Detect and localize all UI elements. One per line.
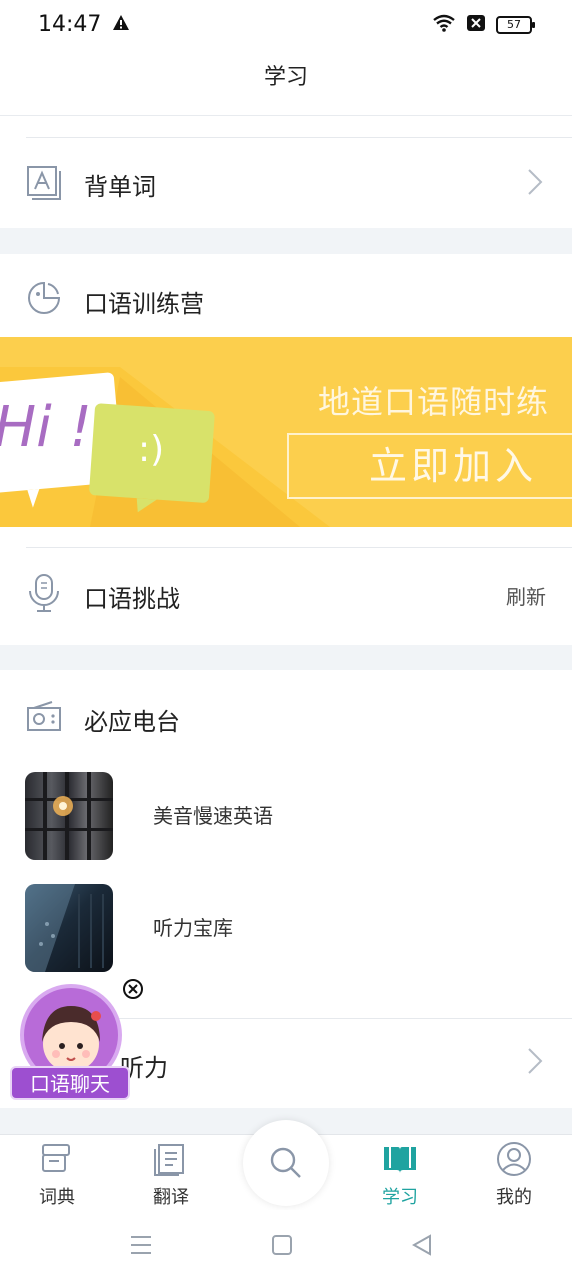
back-icon[interactable] bbox=[411, 1234, 432, 1260]
tab-translate[interactable]: 翻译 bbox=[126, 1135, 216, 1211]
tab-label: 词典 bbox=[39, 1187, 75, 1208]
search-button[interactable] bbox=[243, 1120, 329, 1206]
tab-label: 学习 bbox=[382, 1187, 418, 1208]
list-item[interactable]: 听力宝库 bbox=[0, 872, 572, 982]
tab-label: 我的 bbox=[496, 1187, 532, 1208]
tab-study[interactable]: 学习 bbox=[355, 1135, 445, 1211]
wifi-icon bbox=[432, 14, 456, 36]
list-item[interactable]: 美音慢速英语 bbox=[0, 760, 572, 870]
join-now-button[interactable]: 立即加入 bbox=[287, 433, 572, 499]
speaking-chat-widget[interactable]: 口语聊天 bbox=[10, 978, 143, 1104]
radio-label: 必应电台 bbox=[84, 708, 180, 736]
open-book-icon bbox=[382, 1141, 418, 1181]
chevron-right-icon bbox=[526, 1046, 544, 1080]
vocab-book-icon bbox=[26, 165, 62, 205]
radio-row: 必应电台 bbox=[0, 670, 572, 760]
page-title: 学习 bbox=[263, 65, 308, 90]
battery-indicator: 57 bbox=[496, 16, 535, 34]
section-spacer bbox=[0, 645, 572, 670]
vocab-row[interactable]: 背单词 bbox=[0, 117, 572, 228]
radio-item-title: 听力宝库 bbox=[153, 916, 233, 940]
system-navigation-bar bbox=[0, 1210, 572, 1280]
speaking-challenge-row: 口语挑战 刷新 bbox=[0, 527, 572, 645]
tab-me[interactable]: 我的 bbox=[469, 1135, 559, 1211]
radio-thumbnail bbox=[25, 884, 113, 972]
radio-item-title: 美音慢速英语 bbox=[153, 804, 273, 828]
speaking-challenge-label: 口语挑战 bbox=[84, 585, 180, 613]
status-icons: 57 bbox=[432, 14, 535, 36]
pacman-icon bbox=[26, 280, 62, 320]
divider bbox=[26, 137, 572, 138]
radio-thumbnail bbox=[25, 772, 113, 860]
search-icon bbox=[268, 1145, 304, 1185]
status-time: 14:47 bbox=[38, 12, 102, 37]
banner-headline: 地道口语随时练 bbox=[318, 383, 550, 421]
banner-hi-text: Hi ! bbox=[0, 395, 92, 460]
close-icon[interactable] bbox=[122, 978, 144, 1000]
vocab-label: 背单词 bbox=[84, 173, 156, 201]
speaking-camp-label: 口语训练营 bbox=[84, 290, 204, 318]
tab-label: 翻译 bbox=[153, 1187, 189, 1208]
speaking-camp-row[interactable]: 口语训练营 bbox=[0, 254, 572, 337]
status-bar: 14:47 57 bbox=[0, 0, 572, 50]
microphone-icon bbox=[26, 573, 62, 617]
sim-off-icon bbox=[466, 14, 486, 36]
refresh-button[interactable]: 刷新 bbox=[506, 581, 546, 610]
section-spacer bbox=[0, 228, 572, 254]
tab-dictionary[interactable]: 词典 bbox=[12, 1135, 102, 1211]
translate-icon bbox=[153, 1141, 189, 1181]
profile-icon bbox=[496, 1141, 532, 1181]
home-icon[interactable] bbox=[272, 1234, 292, 1260]
dictionary-icon bbox=[39, 1141, 75, 1181]
speaking-camp-banner[interactable]: Hi ! :) 地道口语随时练 立即加入 bbox=[0, 337, 572, 527]
chevron-right-icon bbox=[526, 167, 544, 201]
banner-smiley-text: :) bbox=[138, 429, 165, 470]
speaking-chat-label: 口语聊天 bbox=[10, 1066, 130, 1100]
menu-icon[interactable] bbox=[130, 1234, 152, 1260]
divider bbox=[26, 547, 572, 548]
warning-icon bbox=[112, 14, 130, 36]
radio-icon bbox=[26, 700, 62, 736]
title-bar: 学习 bbox=[0, 50, 572, 116]
